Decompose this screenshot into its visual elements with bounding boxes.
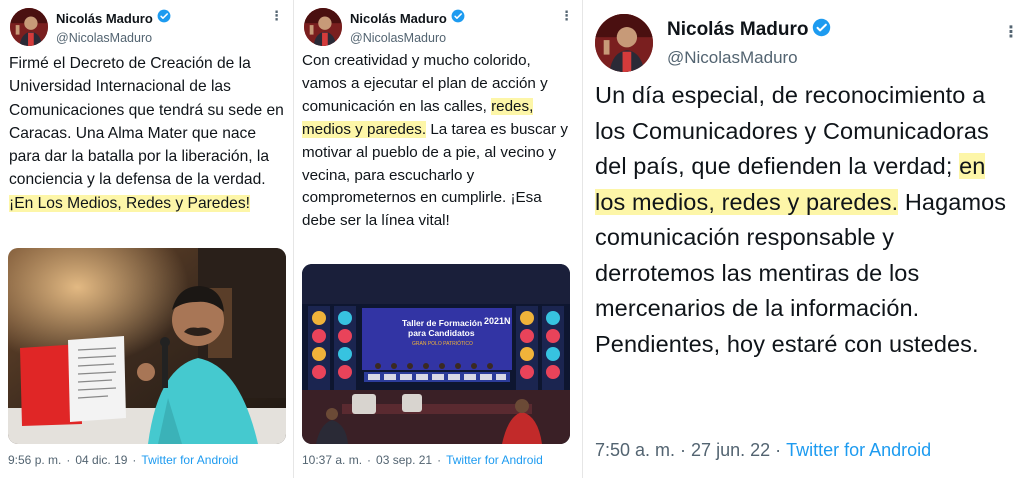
tweet-time[interactable]: 10:37 a. m. xyxy=(302,453,362,467)
tweet-date[interactable]: 04 dic. 19 xyxy=(75,453,127,467)
tweet-meta: 7:50 a. m. · 27 jun. 22 · Twitter for An… xyxy=(595,440,931,461)
avatar[interactable] xyxy=(595,14,653,72)
tweet-source-link[interactable]: Twitter for Android xyxy=(446,453,543,467)
banner-line-1: Taller de Formación xyxy=(402,318,482,328)
more-options-icon[interactable]: ⋮ xyxy=(560,8,573,24)
author-name[interactable]: Nicolás Maduro xyxy=(56,11,153,26)
verified-badge-icon xyxy=(451,9,465,28)
author-handle[interactable]: @NicolasMaduro xyxy=(350,31,465,45)
verified-badge-icon xyxy=(157,9,171,28)
banner-line-3: GRAN POLO PATRIÓTICO xyxy=(412,340,473,347)
author-handle[interactable]: @NicolasMaduro xyxy=(667,48,831,68)
verified-badge-icon xyxy=(812,18,831,42)
tweet-text: Firmé el Decreto de Creación de la Unive… xyxy=(9,52,287,215)
banner-tag: 2021N xyxy=(484,316,511,326)
tweet-meta: 9:56 p. m. · 04 dic. 19 · Twitter for An… xyxy=(8,453,238,467)
tweet-text-highlight: ¡En Los Medios, Redes y Paredes! xyxy=(9,194,250,212)
author-name[interactable]: Nicolás Maduro xyxy=(667,19,808,41)
author-name[interactable]: Nicolás Maduro xyxy=(350,11,447,26)
tweet-photo[interactable] xyxy=(8,248,286,444)
more-options-icon[interactable]: ⋮ xyxy=(270,8,283,24)
avatar[interactable] xyxy=(10,8,48,46)
meta-separator: · xyxy=(680,440,687,460)
meta-separator: · xyxy=(775,440,782,460)
tweet-time[interactable]: 7:50 a. m. xyxy=(595,440,675,461)
tweet-text: Con creatividad y mucho colorido, vamos … xyxy=(302,50,574,233)
tweet-source-link[interactable]: Twitter for Android xyxy=(786,440,931,461)
tweet-photo[interactable]: Taller de Formación para Candidatos GRAN… xyxy=(302,264,570,444)
tweet-card-3[interactable]: Nicolás Maduro @NicolasMaduro ⋮ Un día e… xyxy=(582,0,1024,478)
avatar[interactable] xyxy=(304,8,342,46)
tweet-card-1[interactable]: Nicolás Maduro @NicolasMaduro ⋮ Firmé el… xyxy=(0,0,292,478)
tweet-header: Nicolás Maduro @NicolasMaduro xyxy=(10,8,171,46)
tweet-meta: 10:37 a. m. · 03 sep. 21 · Twitter for A… xyxy=(302,453,543,467)
tweet-card-2[interactable]: Nicolás Maduro @NicolasMaduro ⋮ Con crea… xyxy=(293,0,581,478)
tweet-time[interactable]: 9:56 p. m. xyxy=(8,453,61,467)
tweet-header: Nicolás Maduro @NicolasMaduro xyxy=(304,8,465,46)
tweet-date[interactable]: 27 jun. 22 xyxy=(691,440,770,461)
meta-separator: · xyxy=(367,453,372,467)
tweet-header: Nicolás Maduro @NicolasMaduro xyxy=(595,14,831,72)
tweet-date[interactable]: 03 sep. 21 xyxy=(376,453,432,467)
meta-separator: · xyxy=(66,453,71,467)
banner-line-2: para Candidatos xyxy=(408,328,475,338)
tweet-text: Un día especial, de reconocimiento a los… xyxy=(595,78,1020,362)
tweet-text-plain: Firmé el Decreto de Creación de la Unive… xyxy=(9,55,284,189)
meta-separator: · xyxy=(132,453,137,467)
more-options-icon[interactable]: ⋮ xyxy=(1003,22,1019,42)
author-handle[interactable]: @NicolasMaduro xyxy=(56,31,171,45)
tweet-source-link[interactable]: Twitter for Android xyxy=(141,453,238,467)
meta-separator: · xyxy=(437,453,442,467)
tweet-text-plain: Un día especial, de reconocimiento a los… xyxy=(595,82,989,179)
